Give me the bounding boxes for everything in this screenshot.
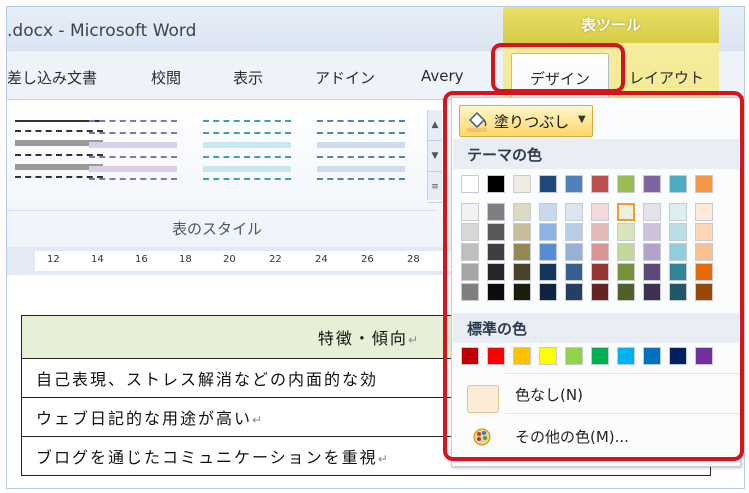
ruler-tick: 16 [135,254,148,265]
paragraph-mark-icon: ↵ [252,413,265,427]
gallery-scrollbar[interactable]: ▲ ▼ ≡ [427,110,442,203]
cell-text: 自己表現、ストレス解消などの内面的な効 [36,370,379,389]
paragraph-mark-icon: ↵ [377,452,390,466]
cell-text: ブログを通じたコミュニケーションを重視 [36,448,378,467]
table-style-3[interactable] [201,114,293,184]
ruler-tick: 18 [179,254,192,265]
tab-mailings[interactable]: 差し込み文書 [7,67,97,88]
ruler-tick: 28 [407,254,420,265]
tab-layout[interactable]: レイアウト [629,67,704,88]
highlight-design-tab [491,43,625,93]
ruler-tick: 20 [223,254,236,265]
ruler-tick: 22 [269,254,282,265]
table-style-2[interactable] [87,114,179,184]
gallery-more-icon[interactable]: ≡ [428,172,442,203]
paragraph-mark-icon: ↵ [407,333,420,347]
table-style-4[interactable] [315,114,407,184]
highlight-shading-menu [443,91,744,461]
scroll-down-icon[interactable]: ▼ [428,141,442,172]
tab-avery[interactable]: Avery [421,67,464,85]
window-title: .docx - Microsoft Word [7,21,197,41]
tab-view[interactable]: 表示 [233,67,263,88]
tab-review[interactable]: 校閲 [151,67,181,88]
group-label-table-styles: 表のスタイル [171,220,262,238]
group-divider [7,210,437,211]
tab-addins[interactable]: アドイン [315,67,375,88]
scroll-up-icon[interactable]: ▲ [428,110,442,141]
word-window: .docx - Microsoft Word 表ツール 差し込み文書 校閲 表示… [6,6,745,489]
ruler-tick: 24 [315,254,328,265]
header-cell-text: 特徴・傾向 [317,329,408,348]
table-tools-label: 表ツール [503,7,719,43]
ruler-tick: 14 [91,254,104,265]
cell-text: ウェブ日記的な用途が高い [36,409,253,428]
ruler-tick: 26 [361,254,374,265]
ruler-tick: 12 [47,254,60,265]
